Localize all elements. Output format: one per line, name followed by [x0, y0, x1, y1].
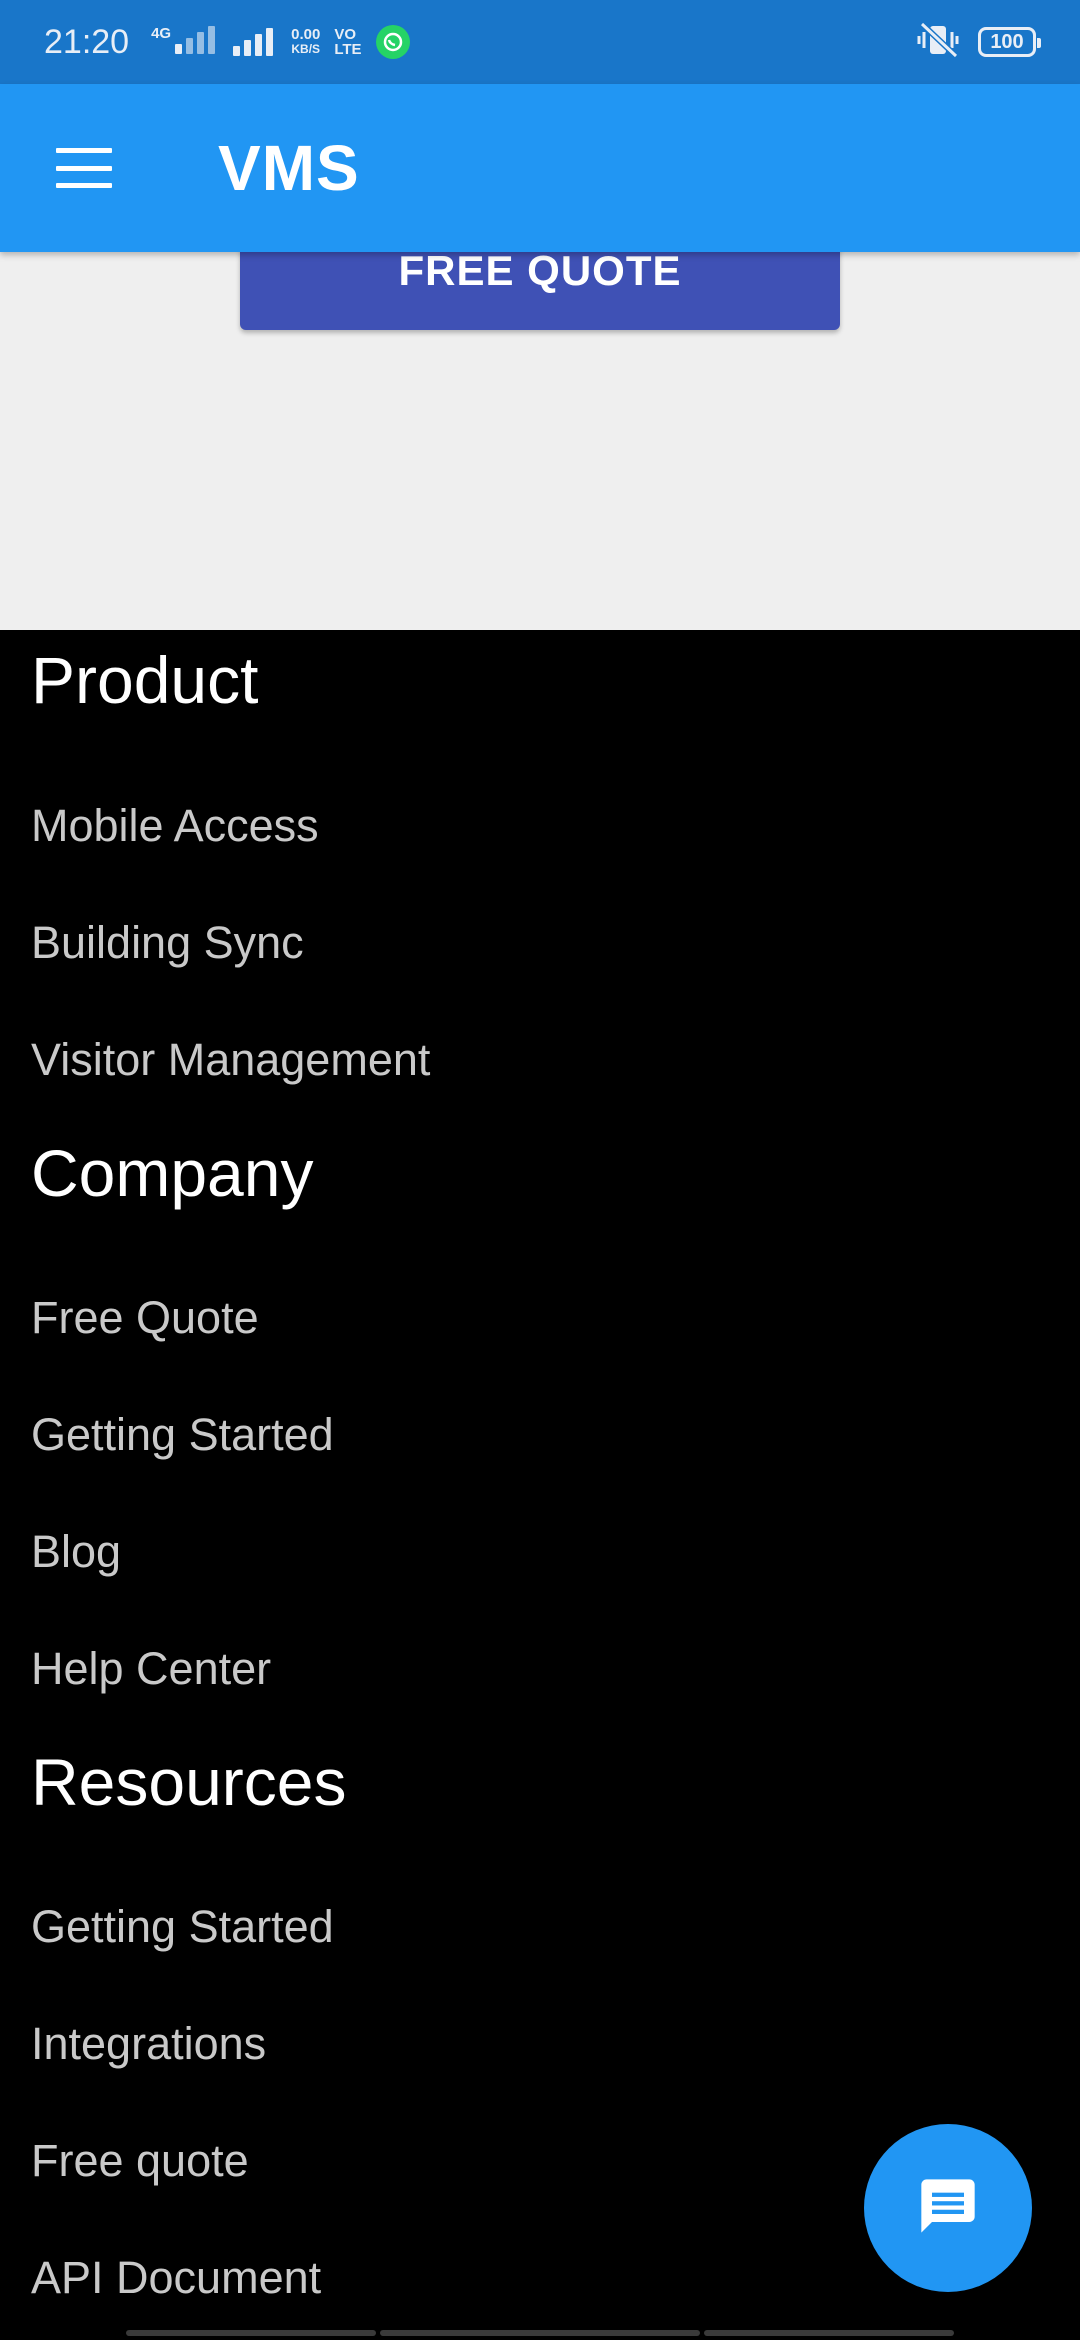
network-speed: 0.00 KB/S — [291, 27, 320, 57]
signal-4g-icon: 4G — [151, 24, 219, 59]
whatsapp-icon — [375, 25, 410, 59]
footer-link-help-center[interactable]: Help Center — [31, 1643, 271, 1695]
app-bar: VMS — [0, 84, 1080, 252]
net-type-label: 4G — [151, 24, 172, 42]
footer-link-resources-getting-started[interactable]: Getting Started — [31, 1901, 334, 1953]
vibrate-icon — [916, 21, 960, 63]
network-speed-unit: KB/S — [291, 42, 321, 56]
volte-top-label: VO — [334, 26, 356, 43]
footer-section-title-company: Company — [31, 1136, 314, 1210]
footer-link-integrations[interactable]: Integrations — [31, 2018, 266, 2070]
footer-link-visitor-management[interactable]: Visitor Management — [31, 1034, 430, 1086]
footer-link-api-document[interactable]: API Document — [31, 2252, 321, 2304]
footer-link-blog[interactable]: Blog — [31, 1526, 121, 1578]
footer-section-title-resources: Resources — [31, 1745, 347, 1819]
free-quote-button[interactable]: FREE QUOTE — [240, 252, 840, 330]
app-title: VMS — [218, 132, 360, 204]
footer-link-free-quote[interactable]: Free Quote — [31, 1292, 259, 1344]
footer-link-free-quote-lower[interactable]: Free quote — [31, 2135, 249, 2187]
nav-hint-bar — [380, 2330, 700, 2336]
battery-icon: 100 — [978, 27, 1041, 57]
nav-hint-bar — [126, 2330, 376, 2336]
status-time: 21:20 — [44, 22, 130, 61]
footer-section-title-product: Product — [31, 643, 259, 717]
hero-section: FREE QUOTE — [0, 252, 1080, 630]
hamburger-menu-icon[interactable] — [56, 148, 112, 188]
chat-fab-button[interactable] — [864, 2124, 1032, 2292]
footer-link-building-sync[interactable]: Building Sync — [31, 917, 304, 969]
signal-icon — [233, 28, 277, 56]
status-bar: 21:20 4G 0.00 KB/S VO LTE 100 — [0, 0, 1080, 84]
volte-bottom-label: LTE — [334, 41, 362, 58]
network-speed-value: 0.00 — [291, 26, 321, 43]
battery-level: 100 — [990, 30, 1024, 53]
footer-link-getting-started[interactable]: Getting Started — [31, 1409, 334, 1461]
site-footer: Product Mobile Access Building Sync Visi… — [0, 630, 1080, 2340]
nav-hint-bar — [704, 2330, 954, 2336]
chat-message-icon — [916, 2174, 980, 2243]
volte-icon: VO LTE — [334, 27, 361, 57]
footer-link-mobile-access[interactable]: Mobile Access — [31, 800, 319, 852]
